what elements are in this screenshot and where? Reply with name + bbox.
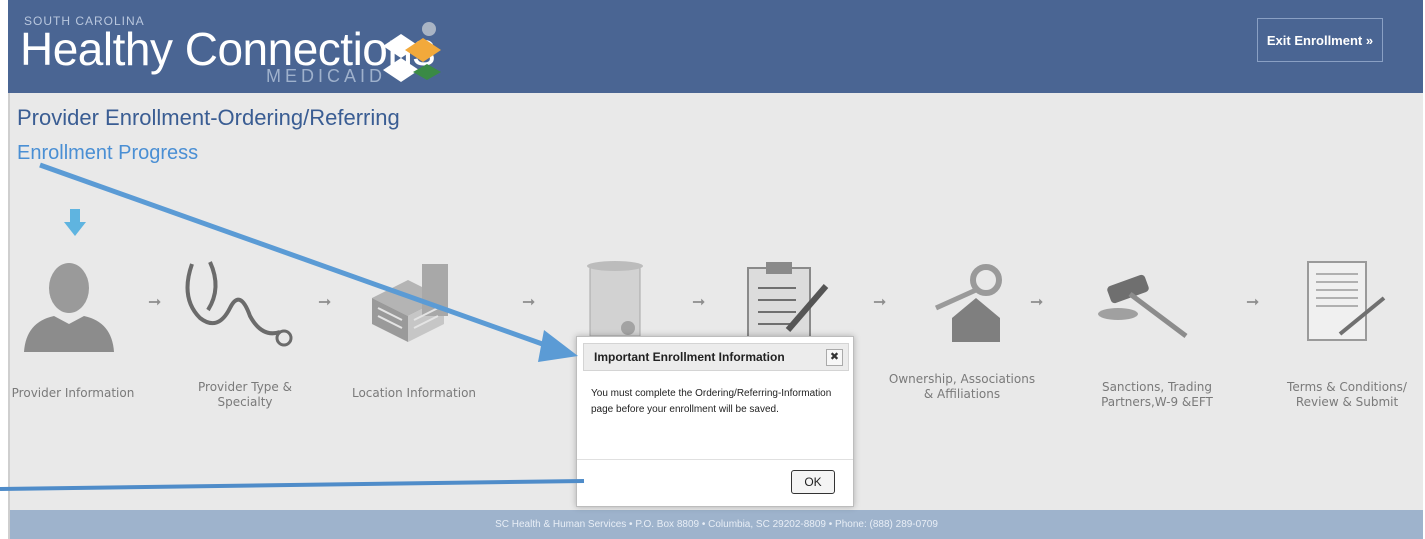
- step-label-sanctions: Sanctions, Trading Partners,W-9 &EFT: [1101, 380, 1213, 409]
- step-arrow-icon: ➞: [318, 294, 332, 311]
- stethoscope-icon: [185, 261, 293, 347]
- step-label-terms: Terms & Conditions/ Review & Submit: [1287, 380, 1407, 409]
- dialog-message: You must complete the Ordering/Referring…: [591, 388, 832, 415]
- step-arrow-icon: ➞: [1030, 294, 1044, 311]
- step-arrow-icon: ➞: [148, 294, 162, 311]
- step-label-ownership: Ownership, Associations & Affiliations: [888, 372, 1036, 401]
- step-label-location-information: Location Information: [351, 386, 477, 400]
- scroll-icon: [587, 261, 643, 337]
- step-arrow-icon: ➞: [522, 294, 536, 311]
- step-label-provider-type: Provider Type & Specialty: [198, 380, 292, 409]
- ok-button[interactable]: OK: [791, 470, 835, 494]
- progress-title: Enrollment Progress: [17, 142, 199, 164]
- dialog-divider: [577, 459, 853, 460]
- logo-icon: [383, 22, 441, 82]
- site-header: SOUTH CAROLINA Healthy Connections MEDIC…: [8, 0, 1423, 93]
- person-icon: [24, 263, 114, 352]
- current-step-arrow-icon: [64, 209, 86, 236]
- step-arrow-icon: ➞: [1246, 294, 1260, 311]
- step-arrow-icon: ➞: [692, 294, 706, 311]
- gavel-icon: [1098, 274, 1188, 338]
- dialog-header: Important Enrollment Information ✖: [583, 343, 849, 371]
- clipboard-icon: [747, 262, 829, 341]
- step-arrow-icon: ➞: [873, 294, 887, 311]
- page-title: Provider Enrollment-Ordering/Referring: [17, 105, 400, 130]
- house-key-icon: [934, 264, 1002, 342]
- step-label-provider-information: Provider Information: [11, 386, 135, 400]
- enrollment-info-dialog: Important Enrollment Information ✖ You m…: [576, 336, 854, 507]
- building-icon: [372, 264, 448, 342]
- dialog-close-button[interactable]: ✖: [826, 349, 843, 366]
- site-footer: SC Health & Human Services • P.O. Box 88…: [10, 510, 1423, 539]
- dialog-title: Important Enrollment Information: [594, 350, 785, 364]
- document-sign-icon: [1307, 261, 1386, 341]
- brand-program: MEDICAID: [266, 66, 387, 86]
- exit-enrollment-button[interactable]: Exit Enrollment »: [1257, 18, 1383, 62]
